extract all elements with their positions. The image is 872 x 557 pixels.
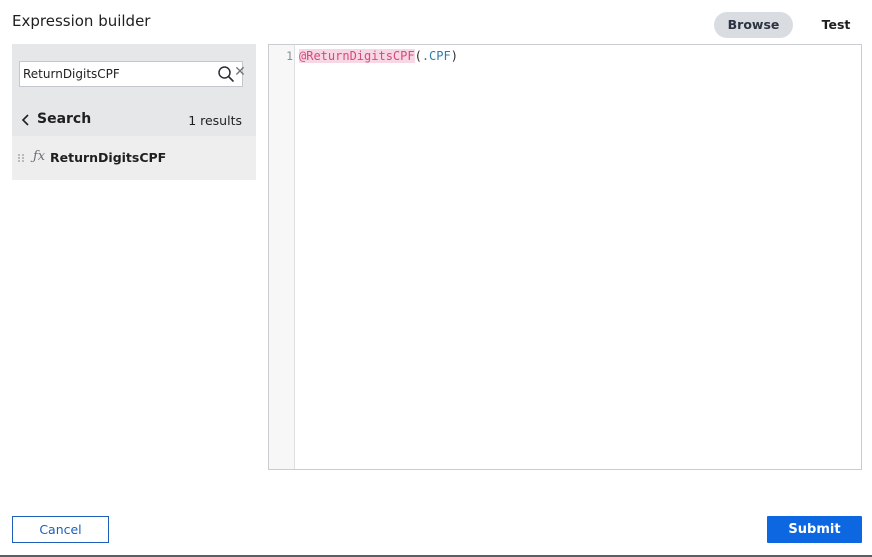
line-number: 1: [286, 49, 293, 63]
clear-search-icon[interactable]: ✕: [234, 65, 246, 79]
cancel-button[interactable]: Cancel: [12, 516, 109, 543]
search-back-label[interactable]: Search: [37, 111, 91, 127]
search-header: Search 1 results: [12, 105, 256, 135]
search-box: [19, 61, 243, 87]
expression-editor[interactable]: 1 @ReturnDigitsCPF(.CPF): [268, 44, 862, 470]
function-token: @ReturnDigitsCPF: [299, 49, 415, 63]
browse-toggle[interactable]: Browse: [714, 12, 793, 38]
results-count: 1 results: [188, 113, 242, 128]
submit-button[interactable]: Submit: [767, 516, 862, 543]
function-icon: ƒx: [33, 149, 46, 164]
search-icon[interactable]: [217, 65, 235, 83]
open-paren-token: (: [414, 49, 422, 63]
code-line[interactable]: @ReturnDigitsCPF(.CPF): [299, 48, 458, 64]
search-input[interactable]: [20, 62, 210, 86]
drag-handle-icon[interactable]: [17, 153, 25, 163]
close-paren-token: ): [450, 49, 458, 63]
browse-panel: ✕ Search 1 results ƒx ReturnDigitsCPF: [12, 44, 256, 180]
chevron-left-icon[interactable]: [21, 114, 31, 126]
dialog-title: Expression builder: [12, 12, 151, 30]
line-gutter: 1: [269, 45, 295, 469]
list-item[interactable]: ƒx ReturnDigitsCPF: [12, 136, 256, 180]
result-name: ReturnDigitsCPF: [50, 150, 167, 165]
field-token: .CPF: [421, 49, 451, 63]
test-toggle[interactable]: Test: [807, 12, 865, 38]
